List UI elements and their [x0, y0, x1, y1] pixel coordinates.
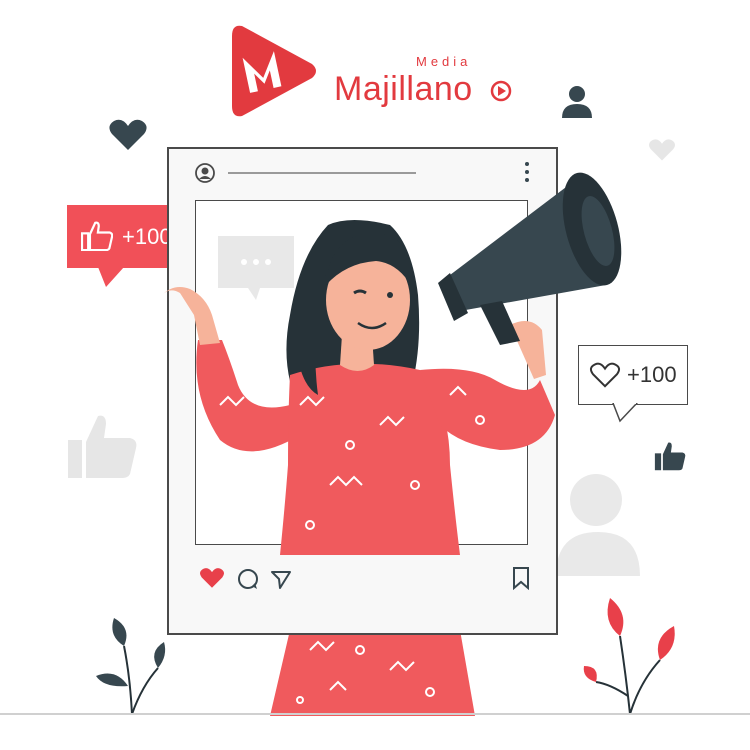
- illustration-stage: Media Majillano +100 +100: [0, 0, 750, 750]
- thumbs-up-icon: [654, 442, 686, 471]
- brand-tagline: Media: [416, 54, 472, 69]
- brand-logo: Media Majillano: [228, 20, 528, 130]
- ground-line: [0, 713, 750, 715]
- heart-icon: [649, 139, 675, 161]
- comment-icon[interactable]: [236, 567, 260, 591]
- woman-with-megaphone: [162, 172, 622, 555]
- thumbs-up-icon: [68, 415, 137, 478]
- plant-red: [583, 598, 675, 715]
- heart-icon[interactable]: [199, 567, 225, 589]
- bookmark-icon[interactable]: [512, 566, 530, 590]
- send-icon[interactable]: [270, 568, 292, 590]
- play-m-logo-icon: [232, 25, 316, 117]
- brand-name: Majillano: [334, 70, 473, 108]
- brand-play-icon: [490, 80, 512, 102]
- likes-badge-pointer: [98, 267, 124, 287]
- thumbs-up-icon: [81, 221, 113, 251]
- dress-lower: [270, 630, 475, 716]
- plant-dark: [96, 618, 166, 715]
- heart-icon: [109, 119, 147, 150]
- person-icon: [562, 86, 592, 118]
